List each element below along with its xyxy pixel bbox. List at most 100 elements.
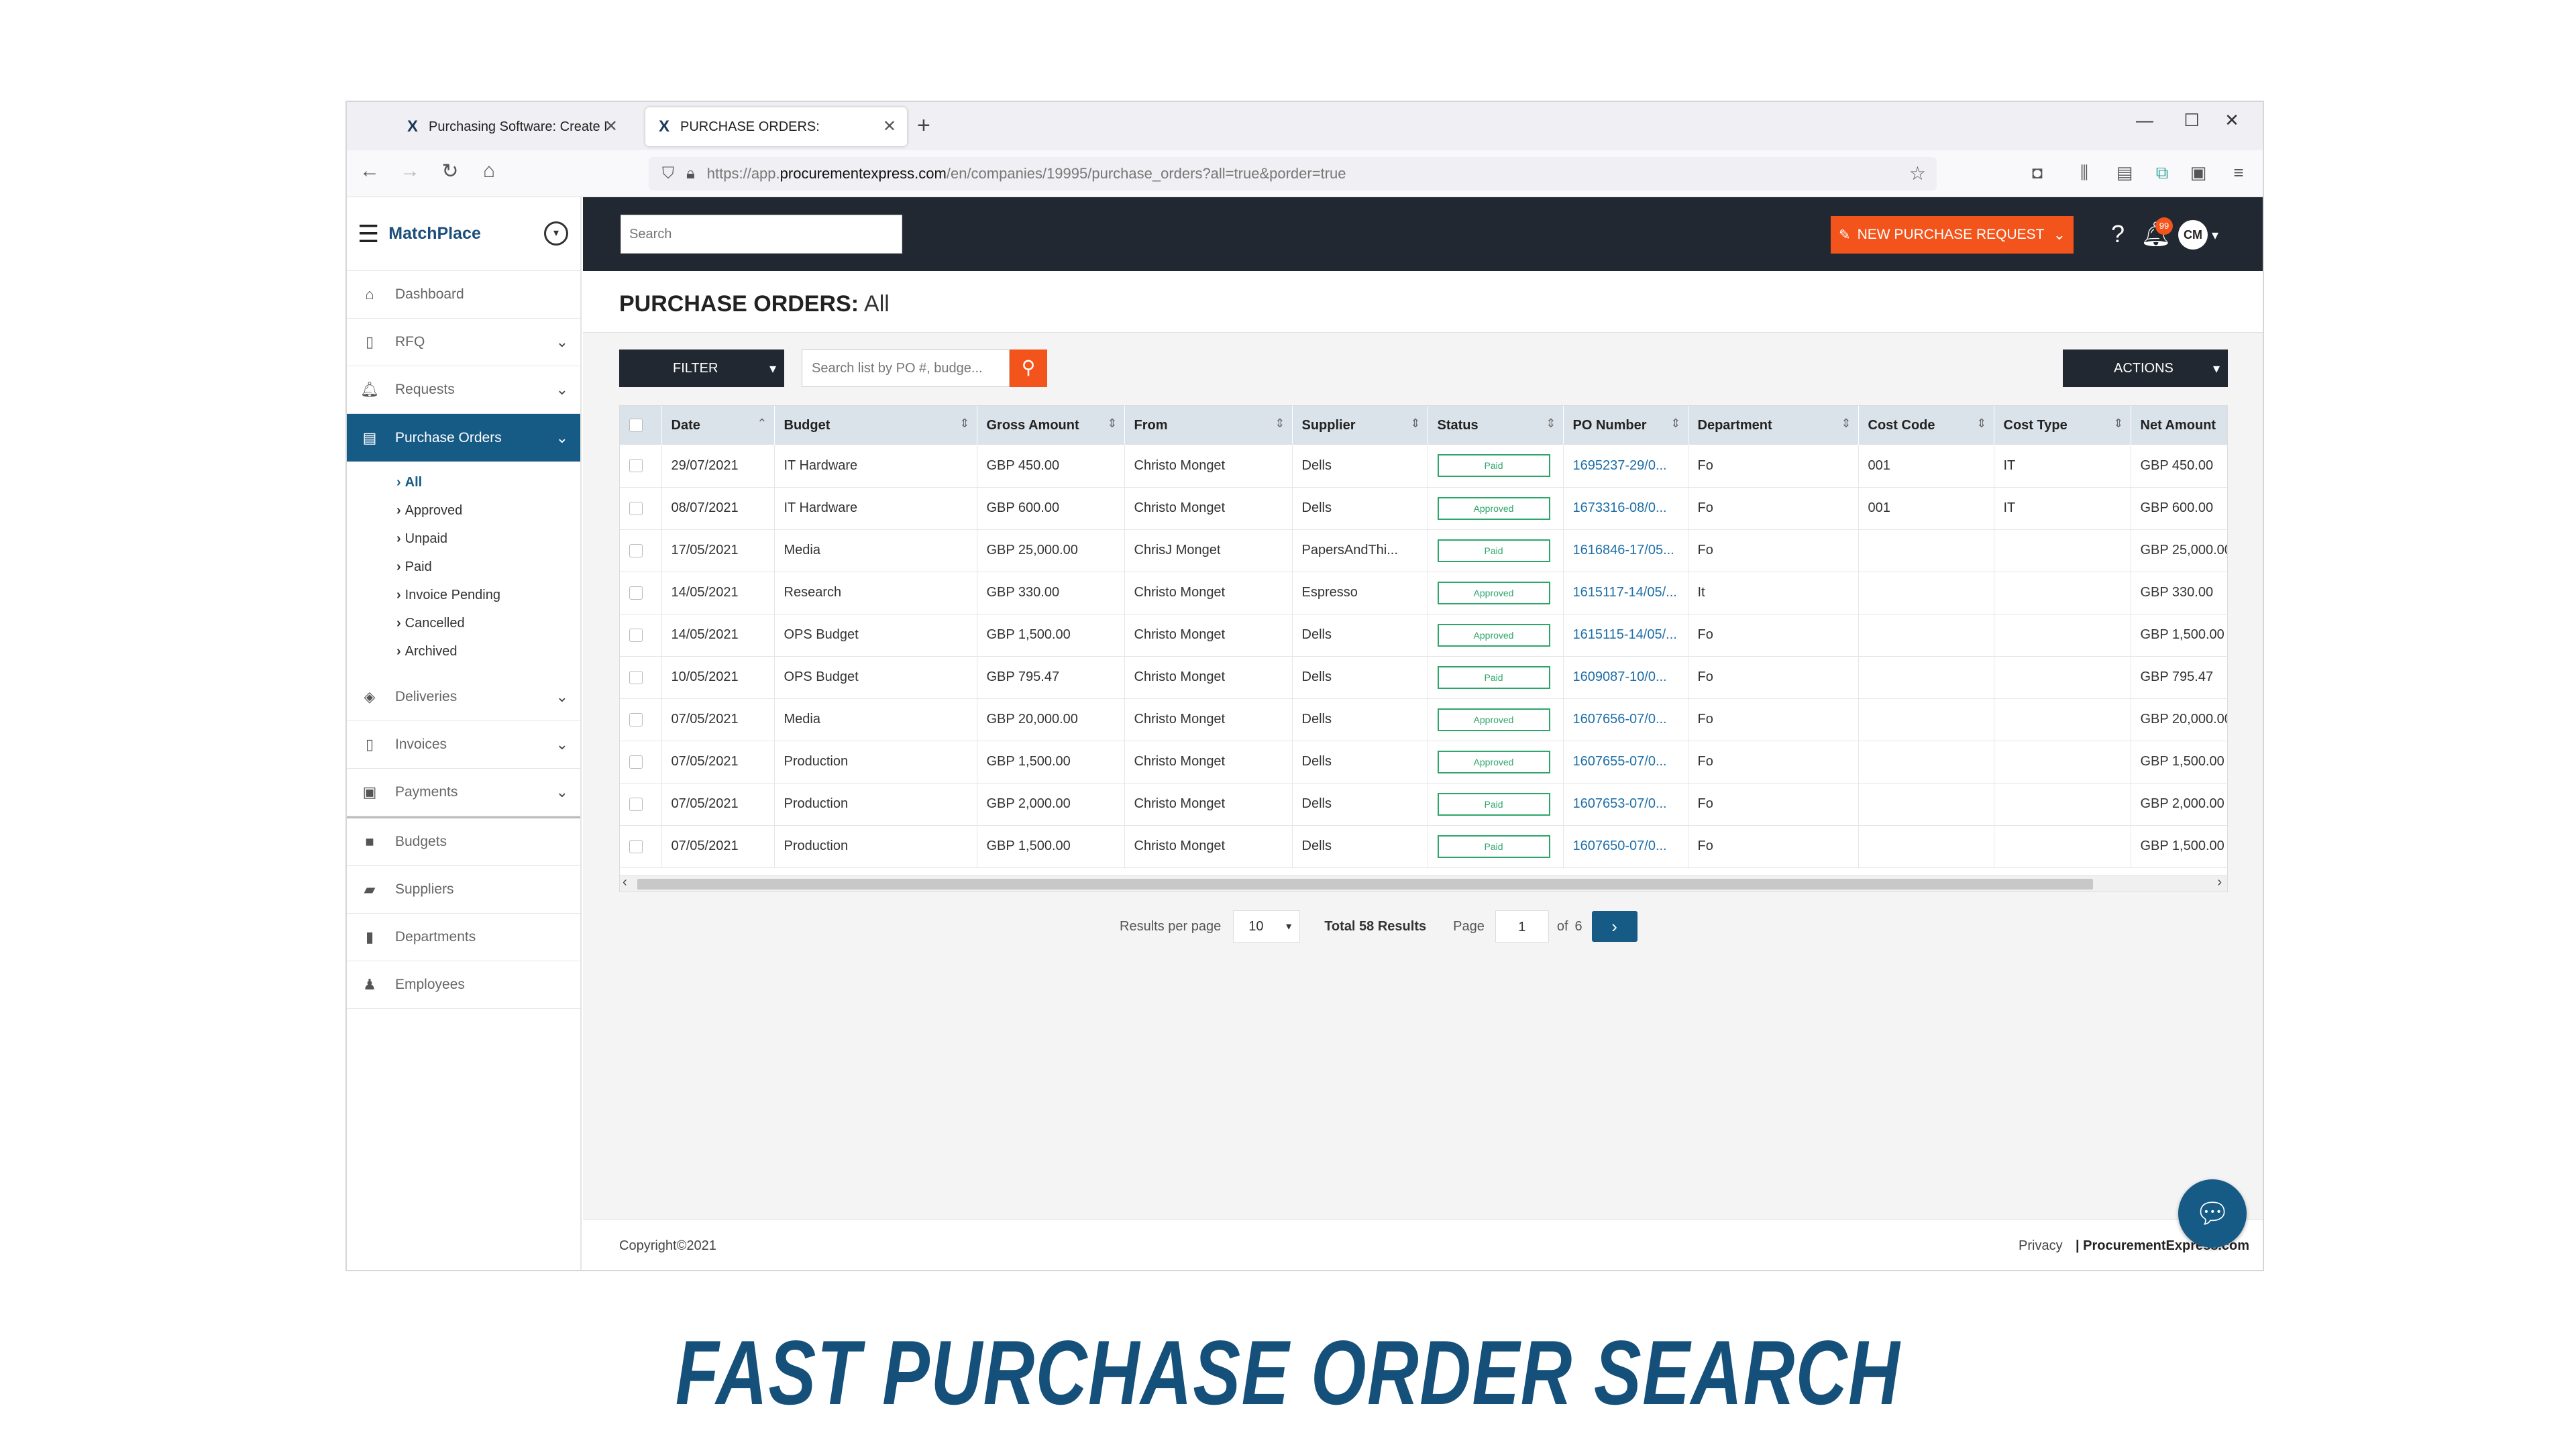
table-row[interactable]: 07/05/2021 Production GBP 2,000.00 Christo … [620, 783, 2227, 826]
column-header-po-number[interactable]: PO Number ⇕ [1563, 406, 1688, 445]
column-header-from[interactable]: From ⇕ [1124, 406, 1293, 445]
cell-po-number[interactable]: 1607653-07/0... [1563, 783, 1688, 826]
po-number-link[interactable]: 1616846-17/05... [1573, 543, 1674, 557]
sidebar-item-purchase-orders[interactable]: ▤ Purchase Orders ⌄ [347, 414, 580, 462]
column-header-cost-type[interactable]: Cost Type ⇕ [1994, 406, 2131, 445]
home-icon[interactable]: ⌂ [474, 160, 504, 182]
shield-icon[interactable]: ⛉ [662, 164, 674, 183]
table-row[interactable]: 14/05/2021 OPS Budget GBP 1,500.00 Christo … [620, 614, 2227, 657]
sidebar-toggle-icon[interactable]: ▤ [2111, 162, 2138, 183]
sidebar-item-deliveries[interactable]: ◈ Deliveries ⌄ [347, 674, 580, 721]
sidebar-item-departments[interactable]: ▮ Departments [347, 914, 580, 961]
po-number-link[interactable]: 1609087-10/0... [1573, 669, 1667, 684]
close-tab-icon[interactable]: ✕ [883, 117, 896, 136]
column-header-budget[interactable]: Budget ⇕ [774, 406, 977, 445]
cell-po-number[interactable]: 1607650-07/0... [1563, 825, 1688, 868]
close-tab-icon[interactable]: ✕ [604, 117, 618, 136]
submenu-item-paid[interactable]: › Paid [396, 553, 580, 581]
lock-icon[interactable]: 🔒︎ [686, 164, 695, 183]
po-number-link[interactable]: 1615115-14/05/... [1573, 627, 1677, 642]
sidebar-item-dashboard[interactable]: ⌂ Dashboard [347, 271, 580, 319]
column-header-supplier[interactable]: Supplier ⇕ [1292, 406, 1428, 445]
company-name[interactable]: MatchPlace [388, 224, 481, 244]
select-all-header[interactable] [620, 406, 662, 445]
po-number-link[interactable]: 1607653-07/0... [1573, 796, 1667, 811]
column-header-department[interactable]: Department ⇕ [1688, 406, 1859, 445]
submenu-item-invoice-pending[interactable]: › Invoice Pending [396, 581, 580, 609]
global-search-input[interactable] [621, 215, 902, 254]
po-number-link[interactable]: 1615117-14/05/... [1573, 585, 1677, 600]
forward-icon[interactable]: → [395, 160, 425, 182]
po-number-link[interactable]: 1607656-07/0... [1573, 712, 1667, 727]
row-checkbox[interactable] [629, 459, 643, 473]
sidebar-item-requests[interactable]: 🔔︎ Requests ⌄ [347, 366, 580, 414]
submenu-item-archived[interactable]: › Archived [396, 637, 580, 665]
sidebar-item-suppliers[interactable]: ▰ Suppliers [347, 866, 580, 914]
table-row[interactable]: 29/07/2021 IT Hardware GBP 450.00 Christo M… [620, 445, 2227, 488]
select-all-checkbox[interactable] [629, 419, 643, 433]
table-row[interactable]: 08/07/2021 IT Hardware GBP 600.00 Christo M… [620, 487, 2227, 530]
row-checkbox[interactable] [629, 755, 643, 769]
company-switcher-icon[interactable]: ▾ [544, 221, 568, 246]
row-checkbox[interactable] [629, 501, 643, 515]
new-tab-icon[interactable]: + [917, 113, 930, 139]
sidebar-item-employees[interactable]: ♟ Employees [347, 961, 580, 1009]
submenu-item-unpaid[interactable]: › Unpaid [396, 525, 580, 553]
actions-button[interactable]: ACTIONS ▾ [2063, 350, 2228, 387]
search-button[interactable]: ⚲ [1010, 350, 1047, 387]
row-select-cell[interactable] [620, 698, 662, 741]
maximize-icon[interactable]: ☐ [2171, 110, 2212, 131]
sidebar-item-budgets[interactable]: ■ Budgets [347, 818, 580, 866]
po-number-link[interactable]: 1695237-29/0... [1573, 458, 1667, 473]
po-number-link[interactable]: 1673316-08/0... [1573, 500, 1667, 515]
filter-button[interactable]: FILTER ▾ [619, 350, 784, 387]
avatar[interactable]: CM [2178, 220, 2208, 250]
column-header-date[interactable]: Date ⌃ [661, 406, 775, 445]
submenu-item-approved[interactable]: › Approved [396, 496, 580, 525]
cell-po-number[interactable]: 1607656-07/0... [1563, 698, 1688, 741]
reload-icon[interactable]: ↻ [435, 160, 465, 183]
cell-po-number[interactable]: 1695237-29/0... [1563, 445, 1688, 488]
row-checkbox[interactable] [629, 628, 643, 642]
menu-icon[interactable]: ≡ [2225, 162, 2252, 183]
row-select-cell[interactable] [620, 614, 662, 657]
row-select-cell[interactable] [620, 656, 662, 699]
scroll-right-icon[interactable]: › [2217, 875, 2222, 890]
column-header-net-amount[interactable]: Net Amount [2131, 406, 2227, 445]
column-header-cost-code[interactable]: Cost Code ⇕ [1858, 406, 1994, 445]
cell-po-number[interactable]: 1615117-14/05/... [1563, 572, 1688, 614]
hamburger-menu-icon[interactable]: ☰ [358, 220, 379, 248]
row-checkbox[interactable] [629, 670, 643, 684]
pocket-icon[interactable]: ◘ [2024, 162, 2051, 183]
notification-bell-icon[interactable]: 🔔︎ 99 [2141, 217, 2173, 248]
table-row[interactable]: 07/05/2021 Media GBP 20,000.00 Christo Mong… [620, 698, 2227, 741]
extension-icon[interactable]: ⧉ [2149, 162, 2176, 184]
privacy-link[interactable]: Privacy [2019, 1238, 2063, 1254]
results-per-page-select[interactable]: 10 ▾ [1233, 910, 1301, 943]
po-number-link[interactable]: 1607650-07/0... [1573, 839, 1667, 853]
row-select-cell[interactable] [620, 741, 662, 784]
scrollbar-thumb[interactable] [637, 879, 2093, 890]
row-checkbox[interactable] [629, 797, 643, 811]
submenu-item-all[interactable]: › All [396, 468, 580, 496]
url-bar[interactable]: ⛉ 🔒︎ https://app. procurementexpress.com /… [649, 157, 1937, 191]
browser-tab[interactable]: X Purchasing Software: Create Pu ✕ [394, 107, 629, 146]
cell-po-number[interactable]: 1616846-17/05... [1563, 529, 1688, 572]
cell-po-number[interactable]: 1673316-08/0... [1563, 487, 1688, 530]
browser-tab-active[interactable]: X PURCHASE ORDERS: ✕ [645, 107, 907, 146]
row-select-cell[interactable] [620, 445, 662, 488]
page-number-input[interactable]: 1 [1495, 910, 1549, 943]
sidebar-item-payments[interactable]: ▣ Payments ⌄ [347, 769, 580, 816]
po-number-link[interactable]: 1607655-07/0... [1573, 754, 1667, 769]
submenu-item-cancelled[interactable]: › Cancelled [396, 609, 580, 637]
next-page-button[interactable]: › [1591, 911, 1638, 942]
cell-po-number[interactable]: 1609087-10/0... [1563, 656, 1688, 699]
scroll-left-icon[interactable]: ‹ [623, 875, 627, 890]
bookmark-star-icon[interactable]: ☆ [1909, 162, 1926, 184]
horizontal-scrollbar[interactable]: ‹ › [620, 875, 2227, 892]
extension-icon[interactable]: ▣ [2185, 162, 2212, 183]
table-row[interactable]: 17/05/2021 Media GBP 25,000.00 ChrisJ Monge… [620, 529, 2227, 572]
column-header-status[interactable]: Status ⇕ [1428, 406, 1564, 445]
cell-po-number[interactable]: 1607655-07/0... [1563, 741, 1688, 784]
cell-po-number[interactable]: 1615115-14/05/... [1563, 614, 1688, 657]
